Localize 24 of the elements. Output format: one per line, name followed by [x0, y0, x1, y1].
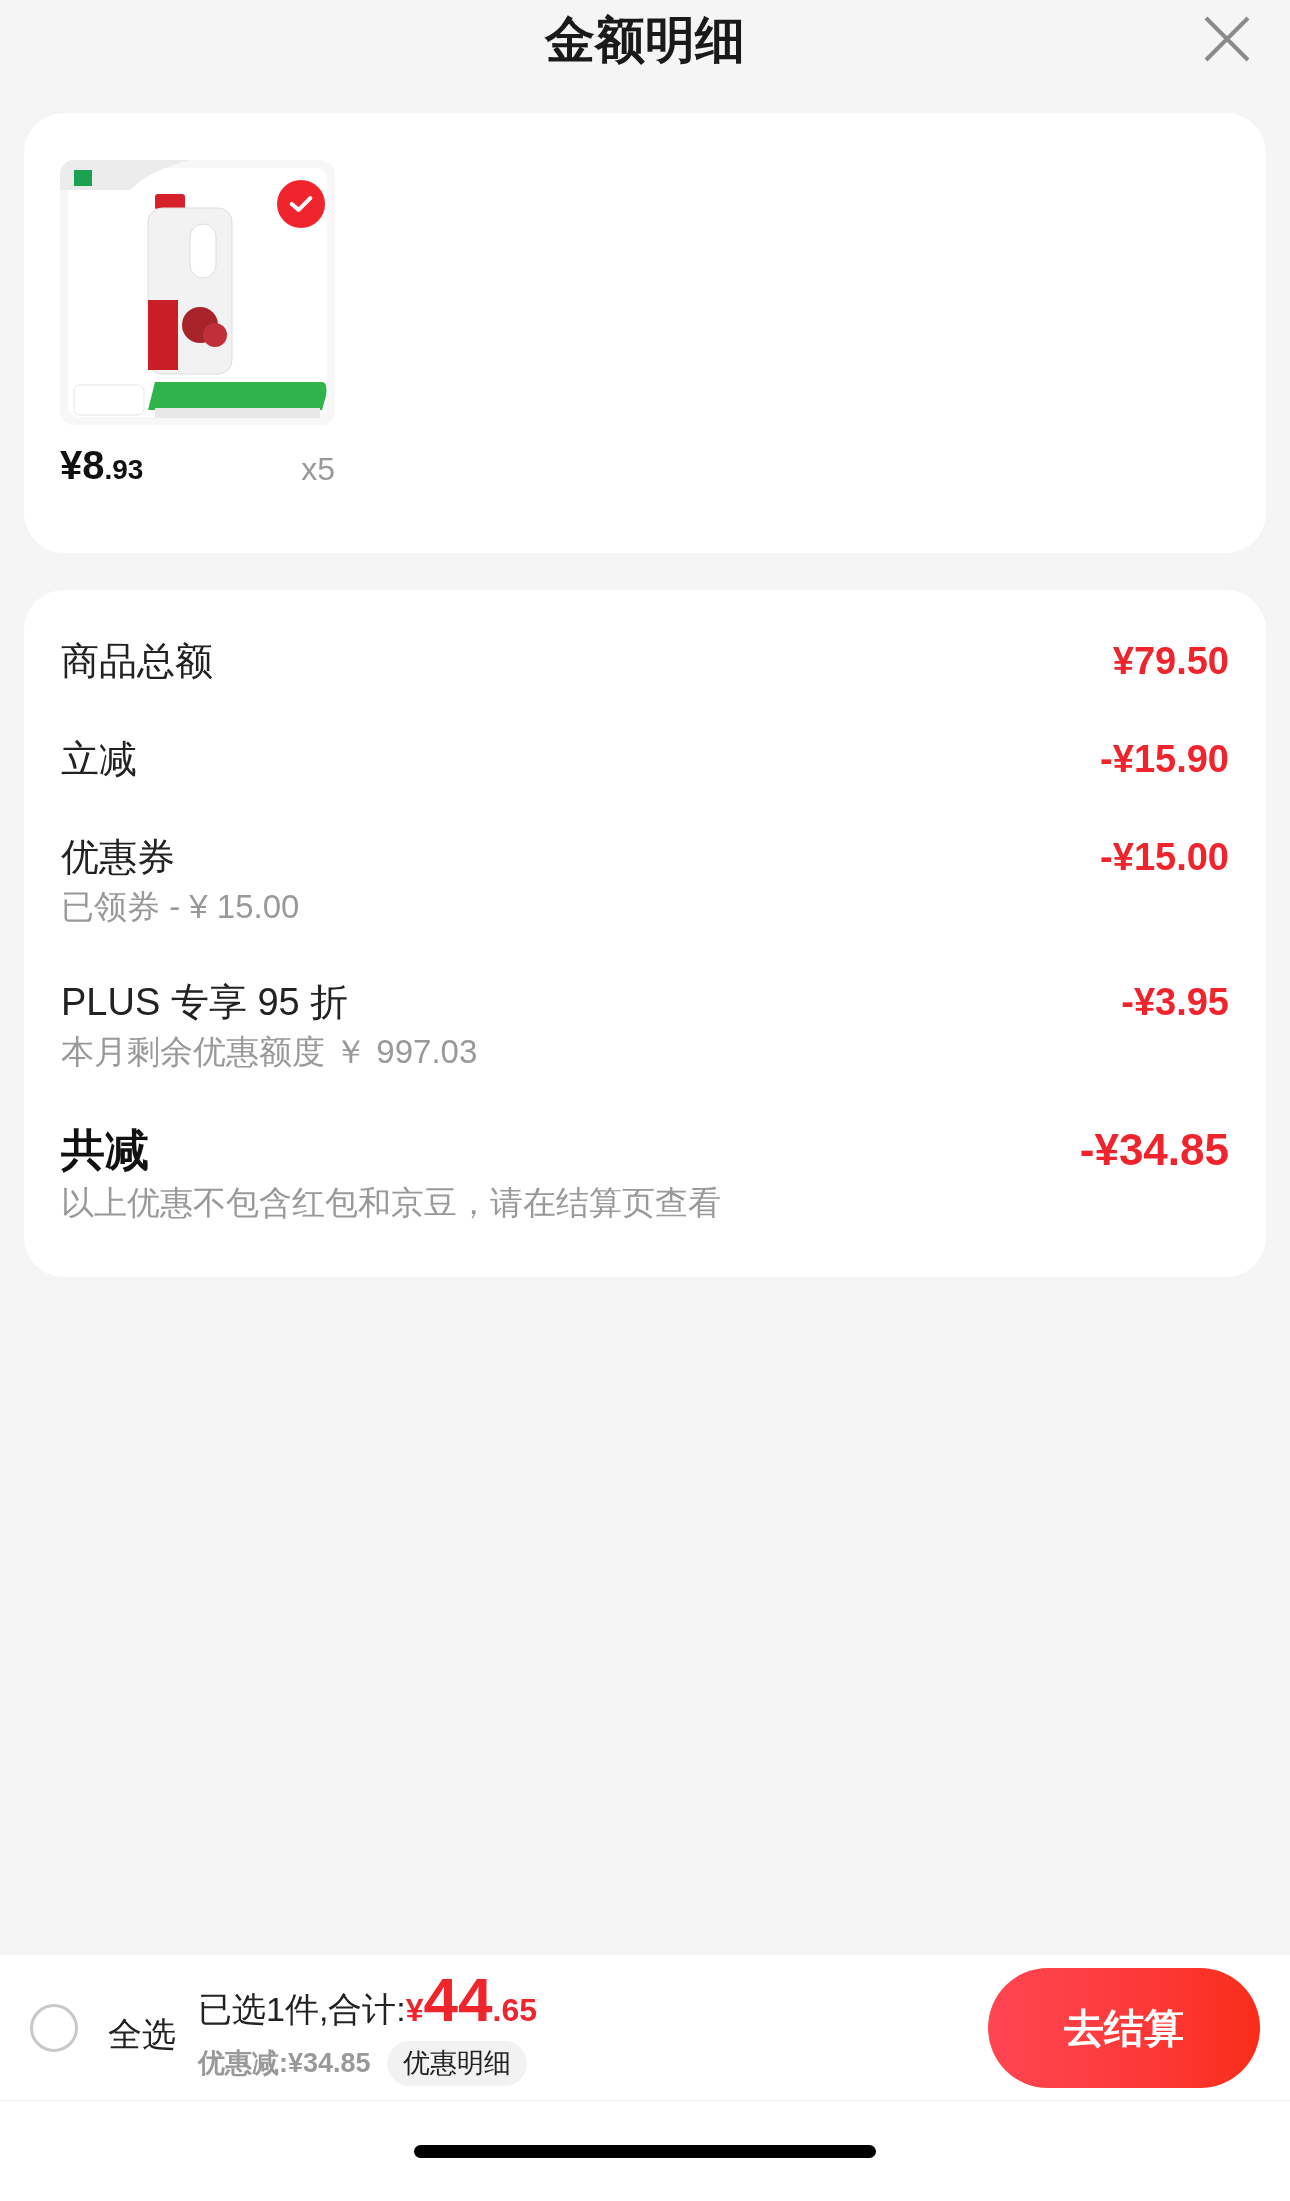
row-amount: -¥15.90	[1100, 740, 1229, 778]
close-icon[interactable]	[1202, 14, 1252, 64]
row-label: 商品总额	[61, 642, 213, 680]
row-amount: -¥3.95	[1121, 983, 1229, 1021]
row-amount: -¥34.85	[1079, 1128, 1229, 1172]
discount-detail-button[interactable]: 优惠明细	[386, 2041, 527, 2086]
row-label: 优惠券	[61, 838, 175, 876]
select-all-label[interactable]: 全选	[108, 2009, 176, 2060]
unit-price: ¥8.93	[60, 445, 144, 485]
row-label: PLUS 专享 95 折	[61, 983, 349, 1021]
row-amount: -¥15.00	[1100, 838, 1229, 876]
row-amount: ¥79.50	[1112, 642, 1229, 680]
selected-summary: 已选1件,合计:	[198, 1989, 406, 2031]
row-label: 立减	[61, 740, 137, 778]
row-note: 本月剩余优惠额度 ￥ 997.03	[61, 1035, 479, 1068]
row-label: 共减	[61, 1128, 149, 1172]
row-note: 以上优惠不包含红包和京豆，请在结算页查看	[61, 1186, 722, 1219]
select-all-radio[interactable]	[30, 2003, 78, 2052]
total-price: ¥44.65	[405, 1969, 538, 2035]
row-note: 已领券 - ¥ 15.00	[61, 890, 301, 923]
quantity: x5	[301, 453, 335, 485]
window-title: 金额明细	[545, 15, 745, 65]
discount-summary: 优惠减:¥34.85	[198, 2047, 371, 2081]
checkout-button[interactable]: 去结算	[988, 1967, 1260, 2088]
